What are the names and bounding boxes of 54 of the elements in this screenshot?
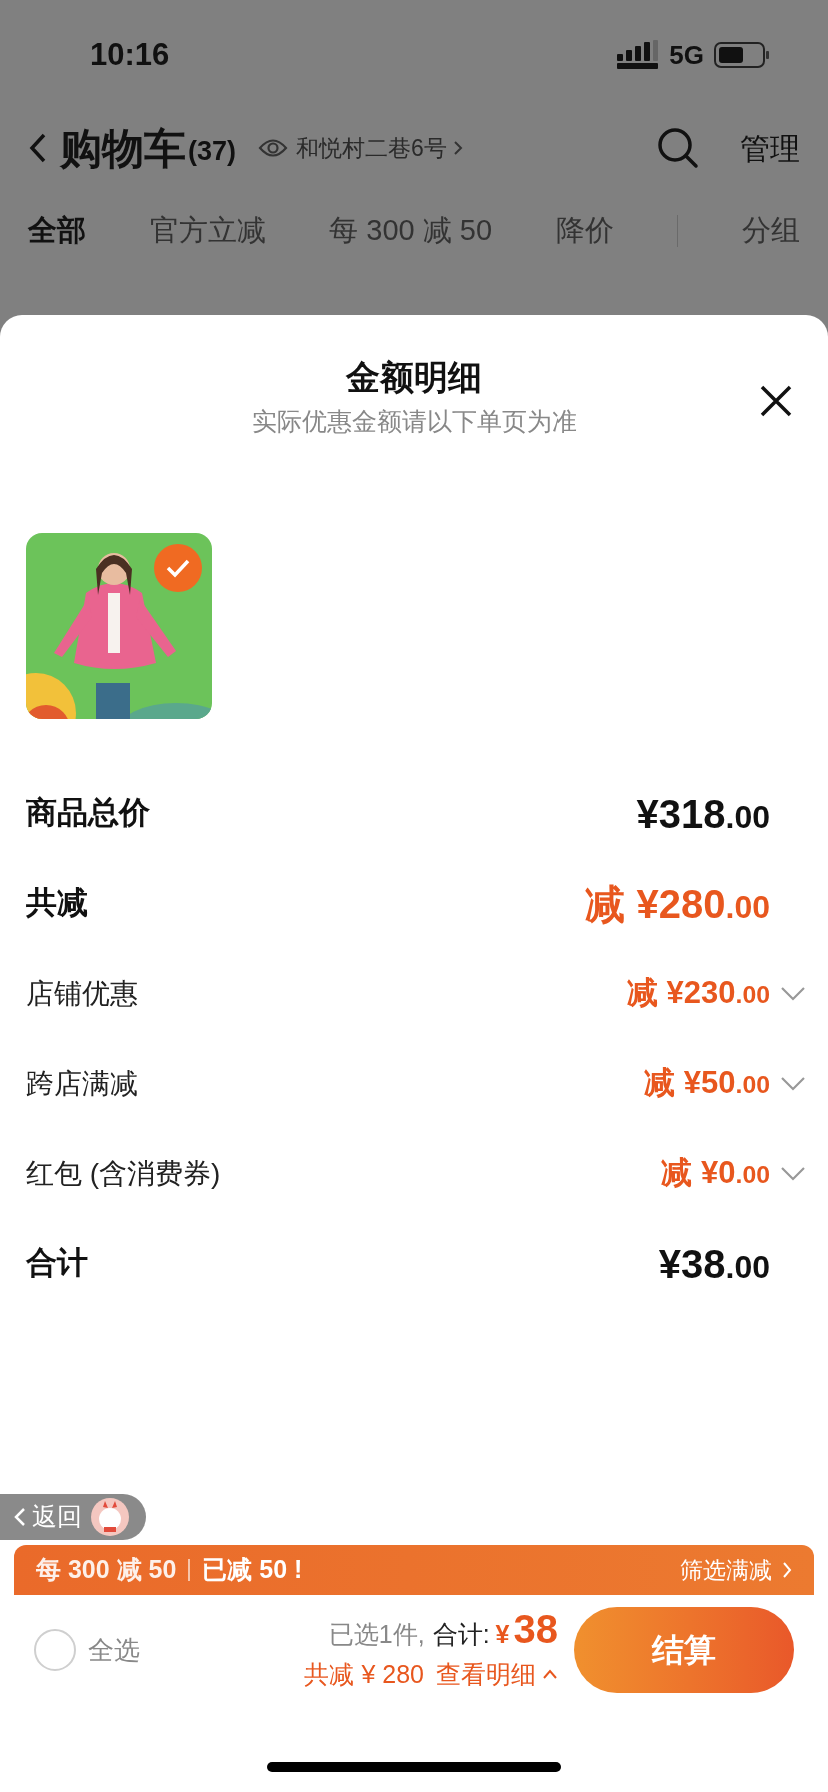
back-label: 返回 — [32, 1501, 82, 1533]
checkout-button[interactable]: 结算 — [574, 1607, 794, 1693]
total-label: 合计: — [432, 1619, 490, 1650]
mascot-icon — [90, 1497, 130, 1537]
sheet-subtitle: 实际优惠金额请以下单页为准 — [251, 406, 577, 437]
discount-total: 共减 ¥ 280 — [304, 1658, 424, 1690]
total-amount: 38 — [513, 1607, 558, 1651]
filter-tab[interactable]: 全部 — [28, 209, 86, 253]
chevron-down-icon[interactable] — [780, 985, 806, 1002]
summary-label: 店铺优惠 — [26, 976, 138, 1011]
offer-label: 每 300 减 50 — [36, 1554, 177, 1586]
search-icon[interactable] — [656, 126, 700, 170]
back-pill[interactable]: 返回 — [0, 1494, 146, 1540]
cart-count: (37) — [188, 134, 236, 168]
summary-label: 商品总价 — [26, 794, 150, 833]
close-icon[interactable] — [760, 385, 792, 417]
filter-tab[interactable]: 官方立减 — [149, 209, 266, 253]
signal-icon — [617, 40, 660, 70]
summary-label: 共减 — [26, 884, 88, 923]
currency-symbol: ¥ — [495, 1619, 510, 1650]
summary-amount: 减 ¥50.00 — [644, 1064, 770, 1103]
status-time: 10:16 — [90, 35, 170, 74]
filter-tab[interactable]: 分组 — [741, 209, 800, 253]
network-label: 5G — [669, 38, 704, 72]
battery-icon — [714, 42, 770, 68]
back-icon[interactable] — [28, 132, 48, 164]
summary-amount: 减 ¥280.00 — [585, 880, 770, 928]
saved-label: 已减 50 ! — [202, 1554, 303, 1586]
promo-banner[interactable]: 每 300 减 50 已减 50 ! 筛选满减 — [14, 1545, 814, 1595]
summary-amount: ¥38.00 — [658, 1240, 770, 1288]
chevron-down-icon[interactable] — [780, 1165, 806, 1182]
select-all-checkbox[interactable] — [34, 1629, 76, 1671]
page-title: 购物车 — [60, 123, 186, 174]
eye-icon — [258, 137, 288, 159]
summary-label: 跨店满减 — [26, 1066, 138, 1101]
checkmark-icon[interactable] — [154, 543, 202, 592]
summary-amount: ¥318.00 — [636, 790, 770, 838]
filter-tab[interactable]: 每 300 减 50 — [329, 209, 493, 253]
select-all-label[interactable]: 全选 — [88, 1630, 140, 1670]
chevron-right-icon — [452, 140, 463, 156]
chevron-down-icon[interactable] — [780, 1075, 806, 1092]
summary-label: 红包 (含消费券) — [26, 1156, 221, 1191]
summary-label: 合计 — [26, 1244, 88, 1283]
summary-amount: 减 ¥230.00 — [626, 974, 770, 1013]
filter-tab[interactable]: 降价 — [555, 209, 614, 253]
address-link[interactable]: 和悦村二巷6号 — [296, 130, 447, 166]
selected-count: 已选1件, — [328, 1619, 425, 1650]
manage-button[interactable]: 管理 — [740, 125, 800, 171]
filter-discount-link[interactable]: 筛选满减 — [680, 1552, 772, 1588]
sheet-title: 金额明细 — [346, 357, 482, 398]
back-icon — [14, 1507, 26, 1527]
view-details-link[interactable]: 查看明细 — [436, 1655, 536, 1693]
summary-amount: 减 ¥0.00 — [661, 1154, 770, 1193]
chevron-right-icon — [782, 1561, 792, 1579]
